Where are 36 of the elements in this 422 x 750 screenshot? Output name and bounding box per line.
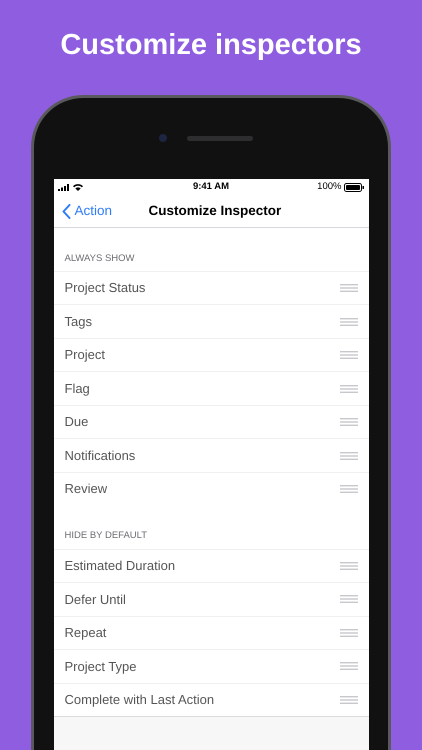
back-chevron-icon xyxy=(62,204,70,218)
inspector-row[interactable]: Project Type xyxy=(54,649,368,682)
inspector-row[interactable]: Due xyxy=(54,404,368,438)
drag-handle-icon[interactable] xyxy=(340,318,358,326)
inspector-row[interactable]: Repeat xyxy=(54,616,368,649)
inspector-row[interactable]: Defer Until xyxy=(54,582,368,616)
inspector-row[interactable]: Project Status xyxy=(54,270,368,304)
drag-handle-icon[interactable] xyxy=(340,384,358,392)
inspector-row[interactable]: Project xyxy=(54,338,368,372)
speaker-grille xyxy=(187,136,253,140)
drag-handle-icon[interactable] xyxy=(340,351,358,359)
headline: Customize inspectors xyxy=(60,28,362,62)
drag-handle-icon[interactable] xyxy=(340,696,358,704)
drag-handle-icon[interactable] xyxy=(340,662,358,670)
status-time: 9:41 AM xyxy=(192,180,230,194)
back-button[interactable]: Action xyxy=(54,200,112,222)
signal-icon xyxy=(58,184,70,190)
battery-icon xyxy=(344,182,364,192)
section-header: ALWAYS SHOW xyxy=(64,252,135,264)
drag-handle-icon[interactable] xyxy=(340,284,358,292)
inspector-row[interactable]: Review xyxy=(54,472,368,506)
wifi-icon xyxy=(72,184,82,190)
drag-handle-icon[interactable] xyxy=(340,628,358,637)
drag-handle-icon[interactable] xyxy=(340,595,358,604)
camera-icon xyxy=(159,134,167,142)
inspector-row[interactable]: Notifications xyxy=(54,438,368,472)
inspector-row[interactable]: Flag xyxy=(54,371,368,405)
battery-percent: 100% xyxy=(317,180,342,194)
inspector-row[interactable]: Tags xyxy=(54,304,368,338)
inspector-row[interactable]: Estimated Duration xyxy=(54,548,368,582)
drag-handle-icon[interactable] xyxy=(340,418,358,426)
drag-handle-icon[interactable] xyxy=(340,562,358,570)
nav-title: Customize Inspector xyxy=(148,202,282,220)
drag-handle-icon[interactable] xyxy=(340,485,358,493)
drag-handle-icon[interactable] xyxy=(340,452,358,460)
section-header: HIDE BY DEFAULT xyxy=(64,530,148,542)
